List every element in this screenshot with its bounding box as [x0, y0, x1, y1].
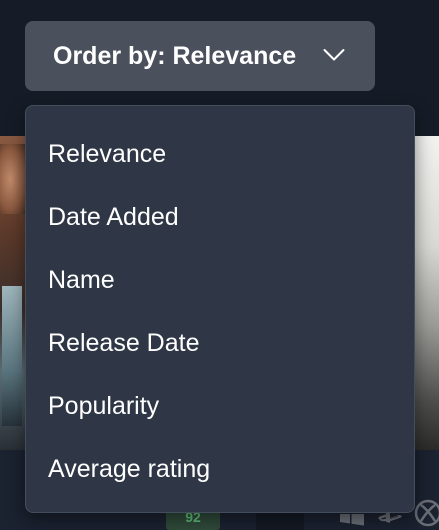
order-by-button[interactable]: Order by: Relevance [25, 21, 375, 91]
game-card-image-right[interactable] [415, 136, 439, 450]
character-shirt-art [2, 286, 22, 426]
menu-item-release-date[interactable]: Release Date [26, 315, 414, 371]
character-face-art [0, 144, 26, 214]
order-by-menu: Relevance Date Added Name Release Date P… [25, 105, 415, 513]
metascore-badge: 92 [166, 510, 220, 530]
menu-item-date-added[interactable]: Date Added [26, 189, 414, 245]
order-by-label: Order by: Relevance [53, 41, 297, 70]
menu-item-name[interactable]: Name [26, 252, 414, 308]
chevron-down-icon [323, 49, 345, 61]
game-card-image-left[interactable] [0, 136, 26, 450]
menu-item-popularity[interactable]: Popularity [26, 378, 414, 434]
menu-item-average-rating[interactable]: Average rating [26, 441, 414, 497]
xbox-icon [414, 499, 439, 527]
menu-item-relevance[interactable]: Relevance [26, 126, 414, 182]
